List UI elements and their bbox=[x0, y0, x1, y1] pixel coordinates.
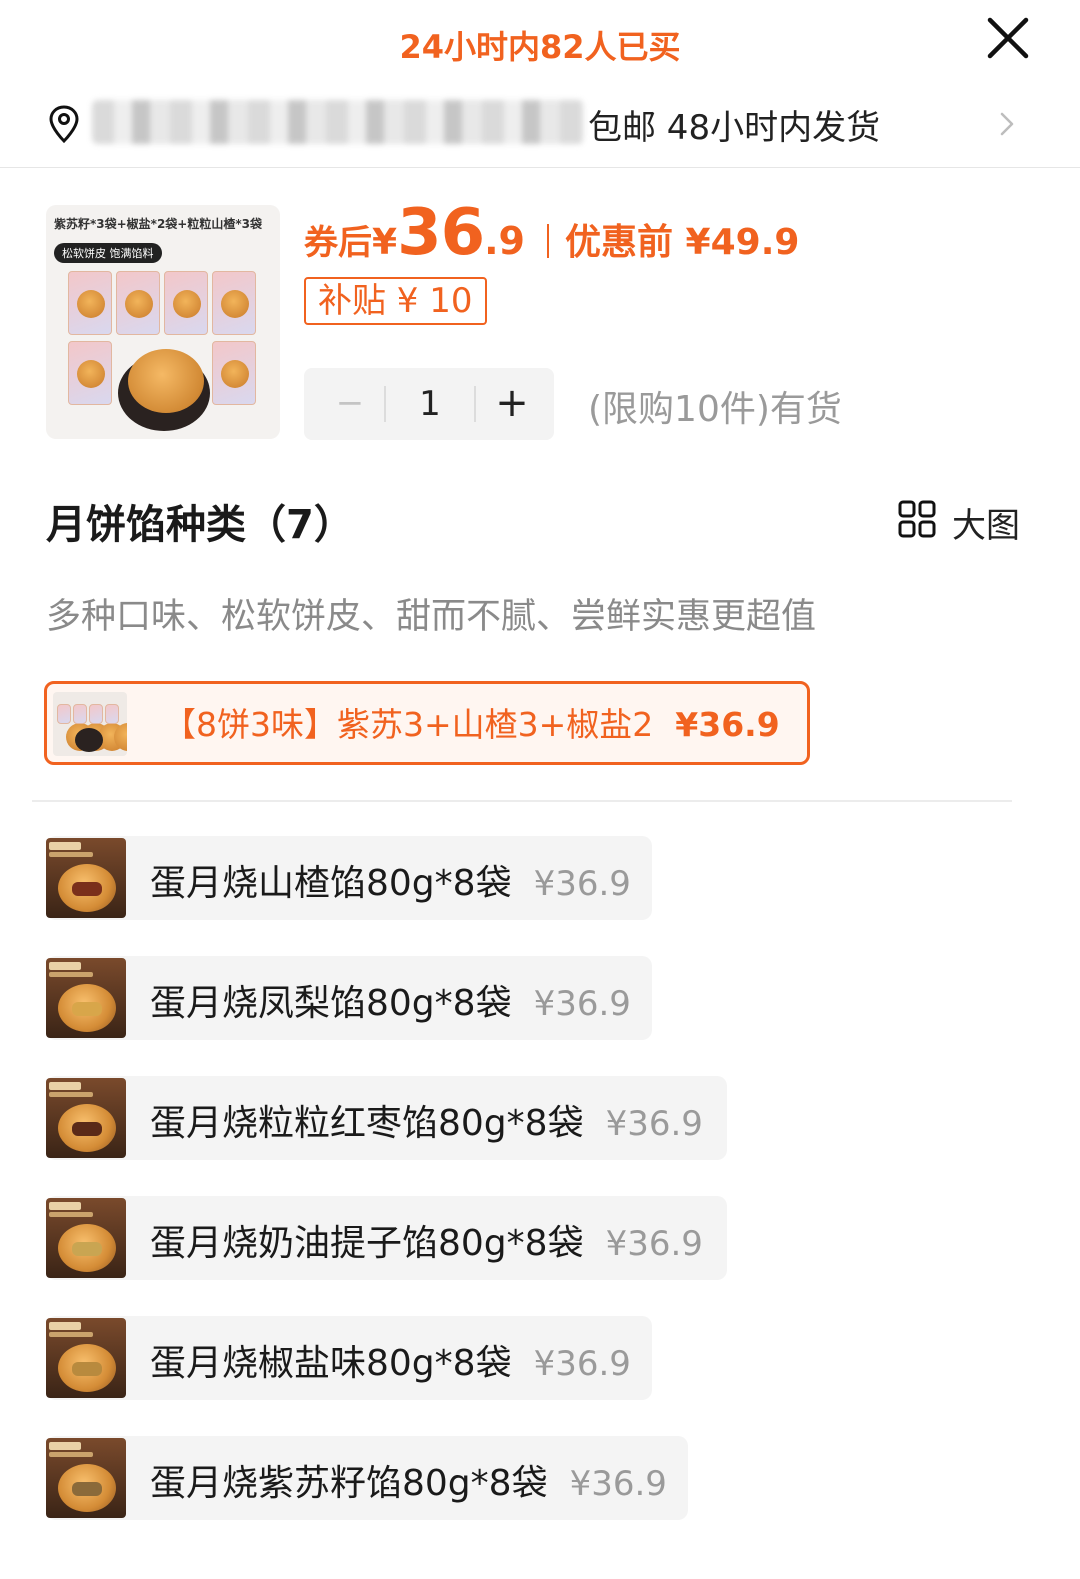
quantity-stepper: − 1 + bbox=[304, 368, 554, 440]
mooncake-image bbox=[128, 349, 204, 413]
option-item[interactable]: 蛋月烧粒粒红枣馅80g*8袋 ¥36.9 bbox=[46, 1076, 727, 1160]
subsidy-tag: 补贴 ¥ 10 bbox=[304, 277, 487, 325]
price-label: 券后 bbox=[304, 223, 372, 263]
increment-button[interactable]: + bbox=[480, 368, 544, 440]
sold-count-banner: 24小时内82人已买 bbox=[399, 28, 681, 66]
grid-icon[interactable] bbox=[898, 500, 936, 538]
selected-option-name: 【8饼3味】紫苏3+山楂3+椒盐2 bbox=[163, 705, 654, 744]
selected-option-price: ¥36.9 bbox=[675, 705, 780, 744]
mooncake-pack-image bbox=[68, 341, 112, 405]
close-button[interactable] bbox=[982, 12, 1034, 64]
section-title: 月饼馅种类（7） bbox=[46, 502, 354, 548]
mooncake-pack-image bbox=[164, 271, 208, 335]
option-name: 蛋月烧粒粒红枣馅80g*8袋 bbox=[150, 1103, 584, 1144]
price-line: 券后¥36.9 优惠前 ¥49.9 bbox=[304, 196, 799, 270]
option-thumbnail bbox=[53, 692, 127, 756]
mooncake-pack-image bbox=[212, 271, 256, 335]
mooncake-pack-image bbox=[105, 704, 127, 751]
large-image-toggle[interactable]: 大图 bbox=[952, 498, 1020, 547]
option-item[interactable]: 蛋月烧奶油提子馅80g*8袋 ¥36.9 bbox=[46, 1196, 727, 1280]
mooncake-pack-image bbox=[212, 341, 256, 405]
plate-image bbox=[75, 728, 103, 752]
option-price: ¥36.9 bbox=[533, 864, 631, 904]
option-name: 蛋月烧奶油提子馅80g*8袋 bbox=[150, 1223, 584, 1264]
option-thumbnail bbox=[46, 1438, 126, 1518]
mooncake-pack-image bbox=[57, 704, 94, 751]
mooncake-pack-image bbox=[73, 704, 110, 751]
thumbnail-caption: 紫苏籽*3袋+椒盐*2袋+粒粒山楂*3袋 bbox=[54, 217, 262, 231]
selected-option[interactable]: 【8饼3味】紫苏3+山楂3+椒盐2 ¥36.9 bbox=[44, 681, 810, 765]
option-item[interactable]: 蛋月烧椒盐味80g*8袋 ¥36.9 bbox=[46, 1316, 652, 1400]
stepper-divider bbox=[384, 386, 386, 422]
option-thumbnail bbox=[46, 1198, 126, 1278]
option-price: ¥36.9 bbox=[605, 1104, 703, 1144]
location-pin-icon bbox=[46, 104, 82, 144]
option-name: 蛋月烧山楂馅80g*8袋 bbox=[150, 863, 512, 904]
price-yen: ¥ bbox=[372, 222, 398, 263]
stock-note: (限购10件)有货 bbox=[588, 389, 842, 430]
mooncake-pack-image bbox=[89, 704, 126, 751]
price-integer: 36 bbox=[397, 196, 485, 270]
option-price: ¥36.9 bbox=[533, 1344, 631, 1384]
shipping-info: 包邮 48小时内发货 bbox=[588, 108, 881, 148]
divider bbox=[32, 800, 1012, 802]
option-name: 蛋月烧凤梨馅80g*8袋 bbox=[150, 983, 512, 1024]
price-separator bbox=[547, 224, 550, 258]
original-price: 优惠前 ¥49.9 bbox=[565, 222, 800, 263]
option-item[interactable]: 蛋月烧山楂馅80g*8袋 ¥36.9 bbox=[46, 836, 652, 920]
chevron-right-icon[interactable] bbox=[992, 108, 1020, 140]
decrement-button[interactable]: − bbox=[318, 368, 382, 440]
address-blurred bbox=[92, 100, 584, 144]
option-price: ¥36.9 bbox=[605, 1224, 703, 1264]
option-name: 蛋月烧紫苏籽馅80g*8袋 bbox=[150, 1463, 548, 1504]
price-decimal: .9 bbox=[484, 219, 526, 263]
option-item[interactable]: 蛋月烧凤梨馅80g*8袋 ¥36.9 bbox=[46, 956, 652, 1040]
option-thumbnail bbox=[46, 1078, 126, 1158]
quantity-value[interactable]: 1 bbox=[388, 368, 472, 440]
option-item[interactable]: 蛋月烧紫苏籽馅80g*8袋 ¥36.9 bbox=[46, 1436, 688, 1520]
option-thumbnail bbox=[46, 958, 126, 1038]
option-price: ¥36.9 bbox=[569, 1464, 667, 1504]
option-thumbnail bbox=[46, 838, 126, 918]
option-price: ¥36.9 bbox=[533, 984, 631, 1024]
option-thumbnail bbox=[46, 1318, 126, 1398]
close-icon bbox=[987, 17, 1029, 59]
mooncake-pack-image bbox=[68, 271, 112, 335]
selected-option-text: 【8饼3味】紫苏3+山楂3+椒盐2 ¥36.9 bbox=[163, 698, 780, 746]
product-thumbnail[interactable]: 紫苏籽*3袋+椒盐*2袋+粒粒山楂*3袋 松软饼皮 饱满馅料 bbox=[46, 205, 280, 439]
option-name: 蛋月烧椒盐味80g*8袋 bbox=[150, 1343, 512, 1384]
thumbnail-tag: 松软饼皮 饱满馅料 bbox=[54, 243, 162, 263]
mooncake-pack-image bbox=[116, 271, 160, 335]
stepper-divider bbox=[474, 386, 476, 422]
section-description: 多种口味、松软饼皮、甜而不腻、尝鲜实惠更超值 bbox=[46, 597, 817, 637]
